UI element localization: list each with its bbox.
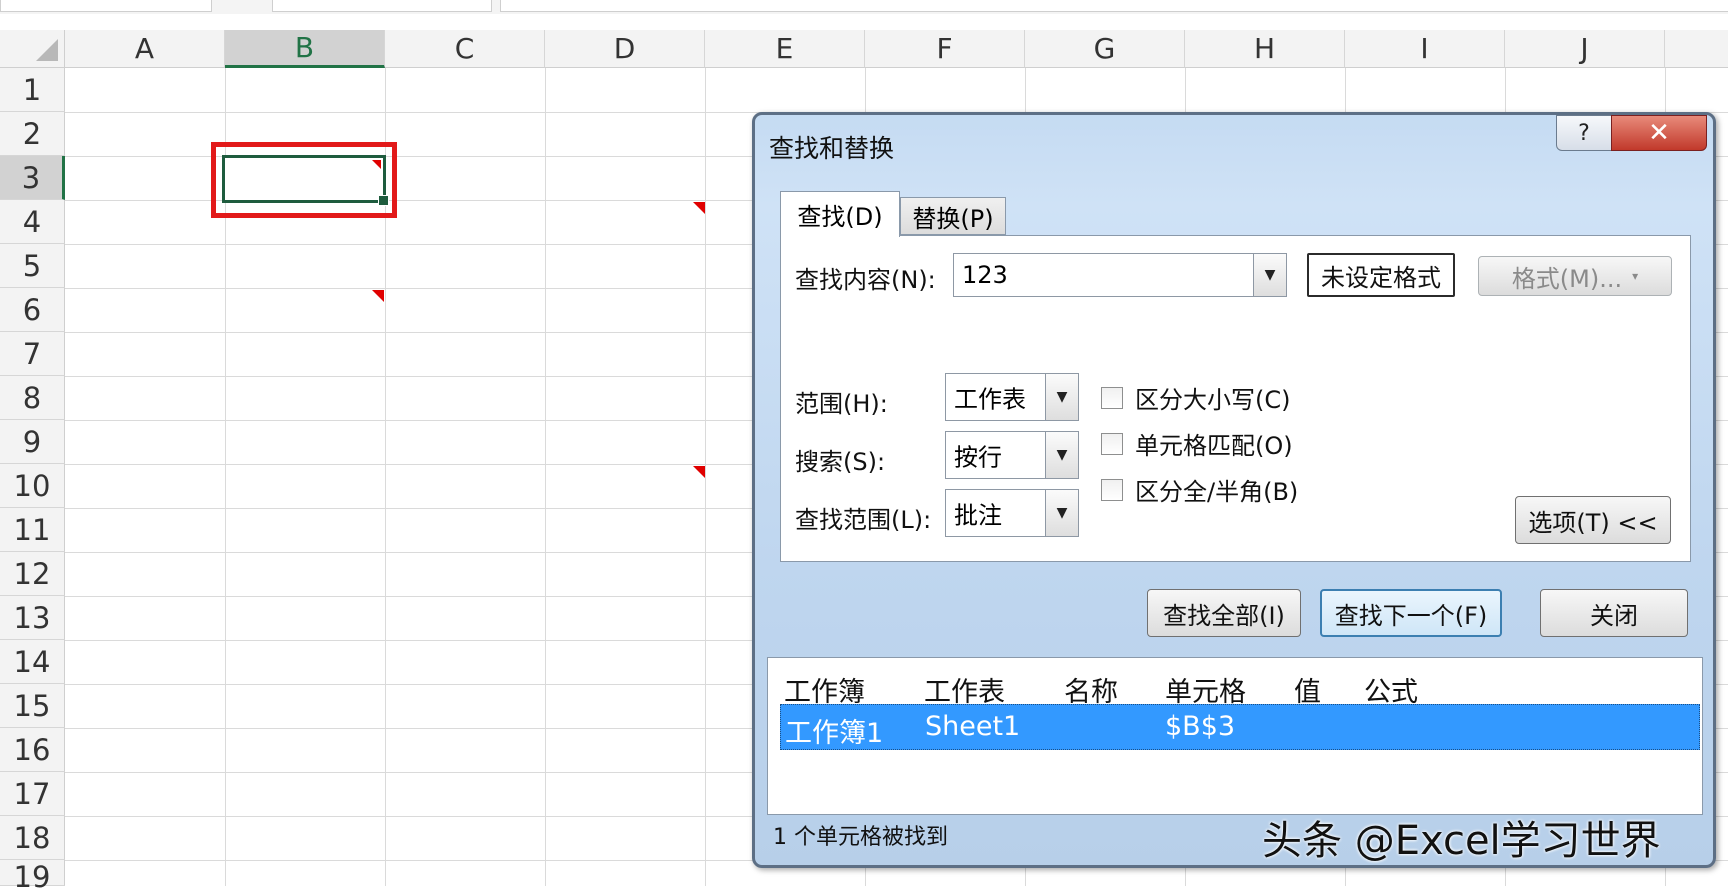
close-icon: ✕ xyxy=(1648,118,1670,148)
match-entire-cell-checkbox[interactable]: 单元格匹配(O) xyxy=(1101,426,1293,461)
search-value: 按行 xyxy=(954,443,1002,472)
result-workbook: 工作簿1 xyxy=(785,718,884,749)
search-combo[interactable]: 按行 ▼ xyxy=(945,431,1079,479)
formula-input[interactable] xyxy=(500,0,1728,12)
select-all-corner[interactable] xyxy=(0,30,65,68)
result-row[interactable]: 工作簿1 Sheet1 $B$3 xyxy=(780,704,1700,750)
column-header-c[interactable]: C xyxy=(385,30,545,68)
row-header-6[interactable]: 6 xyxy=(0,288,65,332)
look-in-combo[interactable]: 批注 ▼ xyxy=(945,489,1079,537)
column-header-g[interactable]: G xyxy=(1025,30,1185,68)
checkbox-box[interactable] xyxy=(1101,478,1123,501)
chevron-down-icon[interactable]: ▼ xyxy=(1045,490,1078,536)
column-header-i[interactable]: I xyxy=(1345,30,1505,68)
help-icon: ? xyxy=(1578,120,1590,146)
column-header-e[interactable]: E xyxy=(705,30,865,68)
column-header-b[interactable]: B xyxy=(225,30,385,68)
row-header-10[interactable]: 10 xyxy=(0,464,65,508)
row-header-19[interactable]: 19 xyxy=(0,860,65,894)
highlight-box xyxy=(211,142,397,218)
column-header-h[interactable]: H xyxy=(1185,30,1345,68)
formula-bar-area xyxy=(0,0,1728,14)
match-byte-label: 区分全/半角(B) xyxy=(1135,478,1299,506)
row-header-9[interactable]: 9 xyxy=(0,420,65,464)
format-button-label: 格式(M)... xyxy=(1511,264,1623,293)
result-cell: $B$3 xyxy=(1165,711,1236,742)
comment-indicator-icon[interactable] xyxy=(372,290,384,302)
grid-line xyxy=(545,68,546,886)
comment-indicator-icon[interactable] xyxy=(693,466,705,478)
find-what-value: 123 xyxy=(962,261,1008,289)
column-header-d[interactable]: D xyxy=(545,30,705,68)
row-header-14[interactable]: 14 xyxy=(0,640,65,684)
column-header-j[interactable]: J xyxy=(1505,30,1665,68)
look-in-value: 批注 xyxy=(954,501,1002,530)
grid-line xyxy=(705,68,706,886)
row-header-13[interactable]: 13 xyxy=(0,596,65,640)
results-list[interactable]: 工作簿 工作表 名称 单元格 值 公式 工作簿1 Sheet1 $B$3 xyxy=(767,657,1703,815)
find-all-button[interactable]: 查找全部(I) xyxy=(1147,589,1301,637)
row-header-18[interactable]: 18 xyxy=(0,816,65,860)
checkbox-box[interactable] xyxy=(1101,432,1123,455)
status-text: 1 个单元格被找到 xyxy=(773,825,948,850)
tab-replace[interactable]: 替换(P) xyxy=(900,197,1006,235)
row-header-8[interactable]: 8 xyxy=(0,376,65,420)
row-header-7[interactable]: 7 xyxy=(0,332,65,376)
match-case-label: 区分大小写(C) xyxy=(1135,386,1291,414)
row-header-1[interactable]: 1 xyxy=(0,68,65,112)
look-in-label: 查找范围(L): xyxy=(795,506,932,534)
find-what-label: 查找内容(N): xyxy=(795,266,936,294)
find-panel: 查找内容(N): 123 ▼ 未设定格式 格式(M)... ▾ 范围(H): 工… xyxy=(780,235,1691,562)
scope-label: 范围(H): xyxy=(795,390,888,418)
watermark: 头条 @Excel学习世界 xyxy=(1262,818,1661,864)
row-header-16[interactable]: 16 xyxy=(0,728,65,772)
help-button[interactable]: ? xyxy=(1556,115,1612,151)
column-header-f[interactable]: F xyxy=(865,30,1025,68)
chevron-down-icon[interactable]: ▼ xyxy=(1045,374,1078,420)
row-header-15[interactable]: 15 xyxy=(0,684,65,728)
name-box[interactable] xyxy=(0,0,212,12)
row-header-3[interactable]: 3 xyxy=(0,156,65,200)
format-button[interactable]: 格式(M)... ▾ xyxy=(1478,256,1672,296)
formula-buttons[interactable] xyxy=(272,0,492,12)
match-entire-cell-label: 单元格匹配(O) xyxy=(1135,432,1293,460)
select-all-triangle-icon xyxy=(36,39,58,61)
format-status-preview: 未设定格式 xyxy=(1307,253,1455,297)
checkbox-box[interactable] xyxy=(1101,386,1123,409)
row-header-17[interactable]: 17 xyxy=(0,772,65,816)
tab-find[interactable]: 查找(D) xyxy=(780,191,900,237)
row-header-11[interactable]: 11 xyxy=(0,508,65,552)
row-header-12[interactable]: 12 xyxy=(0,552,65,596)
chevron-down-icon: ▾ xyxy=(1632,269,1639,283)
match-byte-checkbox[interactable]: 区分全/半角(B) xyxy=(1101,472,1298,507)
column-header-a[interactable]: A xyxy=(65,30,225,68)
row-header-5[interactable]: 5 xyxy=(0,244,65,288)
find-replace-dialog: 查找和替换 ? ✕ 查找(D) 替换(P) 查找内容(N): 123 ▼ 未设定… xyxy=(752,112,1716,868)
comment-indicator-icon[interactable] xyxy=(693,202,705,214)
options-button[interactable]: 选项(T) << xyxy=(1515,496,1671,544)
close-button[interactable]: 关闭 xyxy=(1540,589,1688,637)
scope-combo[interactable]: 工作表 ▼ xyxy=(945,373,1079,421)
dialog-title: 查找和替换 xyxy=(769,134,895,163)
find-next-button[interactable]: 查找下一个(F) xyxy=(1320,589,1502,637)
chevron-down-icon[interactable]: ▼ xyxy=(1045,432,1078,478)
search-label: 搜索(S): xyxy=(795,448,886,476)
match-case-checkbox[interactable]: 区分大小写(C) xyxy=(1101,380,1290,415)
scope-value: 工作表 xyxy=(954,385,1026,414)
row-header-4[interactable]: 4 xyxy=(0,200,65,244)
chevron-down-icon[interactable]: ▼ xyxy=(1253,254,1286,296)
close-window-button[interactable]: ✕ xyxy=(1611,115,1707,151)
column-header-k[interactable] xyxy=(1665,30,1728,68)
row-header-2[interactable]: 2 xyxy=(0,112,65,156)
find-what-combo[interactable]: 123 ▼ xyxy=(953,253,1287,297)
result-sheet: Sheet1 xyxy=(925,711,1021,742)
